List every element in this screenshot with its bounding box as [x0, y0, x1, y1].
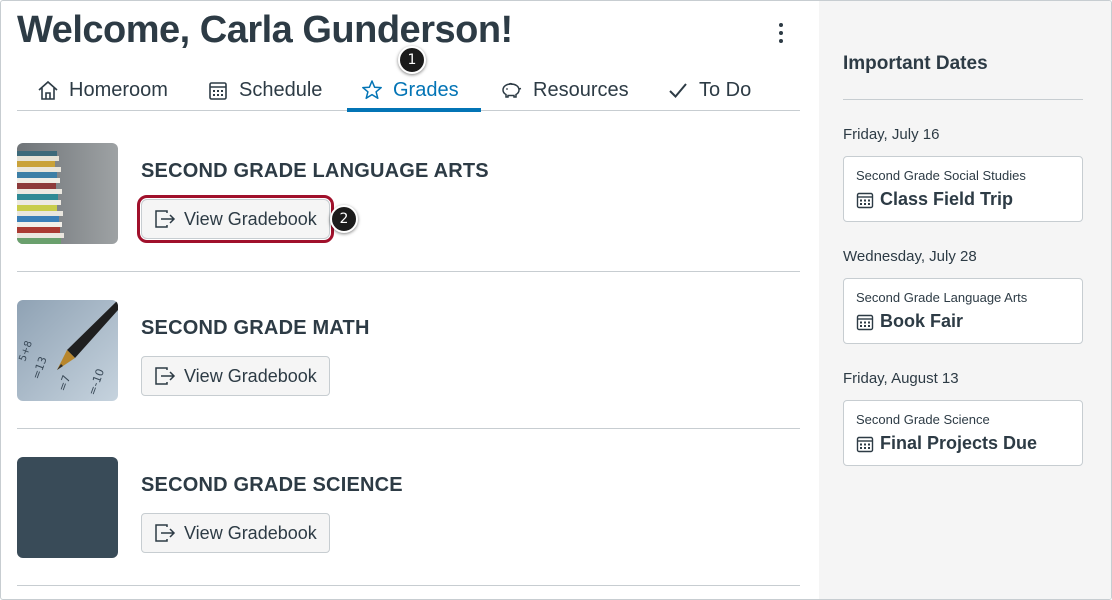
event-link[interactable]: Final Projects Due [856, 433, 1037, 454]
tab-schedule[interactable]: Schedule [203, 69, 326, 111]
tab-bar: Homeroom Schedule Grades Resources To Do [17, 69, 800, 112]
important-dates-sidebar: Important Dates Friday, July 16 Second G… [819, 1, 1111, 599]
external-link-icon [155, 210, 176, 228]
event-title: Book Fair [880, 311, 964, 331]
course-card-math: =13 =7 =-10 5+8 SECOND GRADE MATH View G… [17, 272, 800, 429]
course-image-books[interactable] [17, 143, 118, 244]
more-options-icon[interactable] [771, 21, 791, 45]
calendar-icon [209, 82, 227, 100]
event-course: Second Grade Science [856, 412, 990, 427]
event-card[interactable]: Second Grade Science Final Projects Due [843, 400, 1083, 466]
calendar-icon [856, 314, 874, 330]
tab-label: Homeroom [69, 78, 168, 101]
button-label: View Gradebook [184, 522, 317, 543]
pen-math-image: =13 =7 =-10 5+8 [17, 300, 118, 401]
piggy-bank-icon [502, 82, 522, 98]
callout-badge: 1 [398, 46, 426, 74]
event-link[interactable]: Book Fair [856, 311, 963, 332]
course-color-tile[interactable] [17, 457, 118, 558]
tab-grades[interactable]: Grades [347, 69, 481, 112]
tab-label: Schedule [239, 78, 323, 101]
checkmark-icon [669, 83, 687, 98]
event-title: Class Field Trip [880, 189, 1014, 209]
tab-resources[interactable]: Resources [495, 69, 633, 111]
course-title[interactable]: SECOND GRADE MATH [141, 317, 370, 340]
star-icon [362, 80, 382, 100]
view-gradebook-button[interactable]: View Gradebook [141, 356, 330, 396]
course-title[interactable]: SECOND GRADE SCIENCE [141, 474, 403, 497]
date-heading: Friday, July 16 [843, 126, 940, 143]
external-link-icon [155, 524, 176, 542]
event-card[interactable]: Second Grade Social Studies Class Field … [843, 156, 1083, 222]
view-gradebook-button[interactable]: View Gradebook [137, 195, 334, 243]
calendar-icon [856, 192, 874, 208]
date-heading: Friday, August 13 [843, 370, 959, 387]
tab-label: Resources [533, 78, 629, 101]
event-course: Second Grade Social Studies [856, 168, 1026, 183]
page-title: Welcome, Carla Gunderson! [17, 9, 513, 51]
app-frame: Welcome, Carla Gunderson! Homeroom Sched… [0, 0, 1112, 600]
event-link[interactable]: Class Field Trip [856, 189, 1013, 210]
course-title[interactable]: SECOND GRADE LANGUAGE ARTS [141, 160, 489, 183]
course-card-language-arts: SECOND GRADE LANGUAGE ARTS View Gradeboo… [17, 115, 800, 272]
sidebar-title: Important Dates [843, 53, 988, 74]
calendar-icon [856, 436, 874, 452]
tab-to-do[interactable]: To Do [663, 69, 755, 111]
books-image [17, 143, 118, 244]
callout-badge: 2 [330, 205, 358, 233]
main-content: Welcome, Carla Gunderson! Homeroom Sched… [1, 1, 819, 599]
tab-label: Grades [393, 78, 459, 101]
event-title: Final Projects Due [880, 433, 1038, 453]
course-image-pen[interactable]: =13 =7 =-10 5+8 [17, 300, 118, 401]
view-gradebook-button[interactable]: View Gradebook [141, 513, 330, 553]
date-heading: Wednesday, July 28 [843, 248, 977, 265]
button-label: View Gradebook [184, 208, 317, 229]
button-label: View Gradebook [184, 365, 317, 386]
tab-label: To Do [699, 78, 752, 101]
event-course: Second Grade Language Arts [856, 290, 1028, 305]
tab-homeroom[interactable]: Homeroom [33, 69, 172, 111]
home-icon [38, 80, 58, 100]
divider [843, 99, 1083, 100]
course-card-science: SECOND GRADE SCIENCE View Gradebook [17, 429, 800, 586]
external-link-icon [155, 367, 176, 385]
event-card[interactable]: Second Grade Language Arts Book Fair [843, 278, 1083, 344]
